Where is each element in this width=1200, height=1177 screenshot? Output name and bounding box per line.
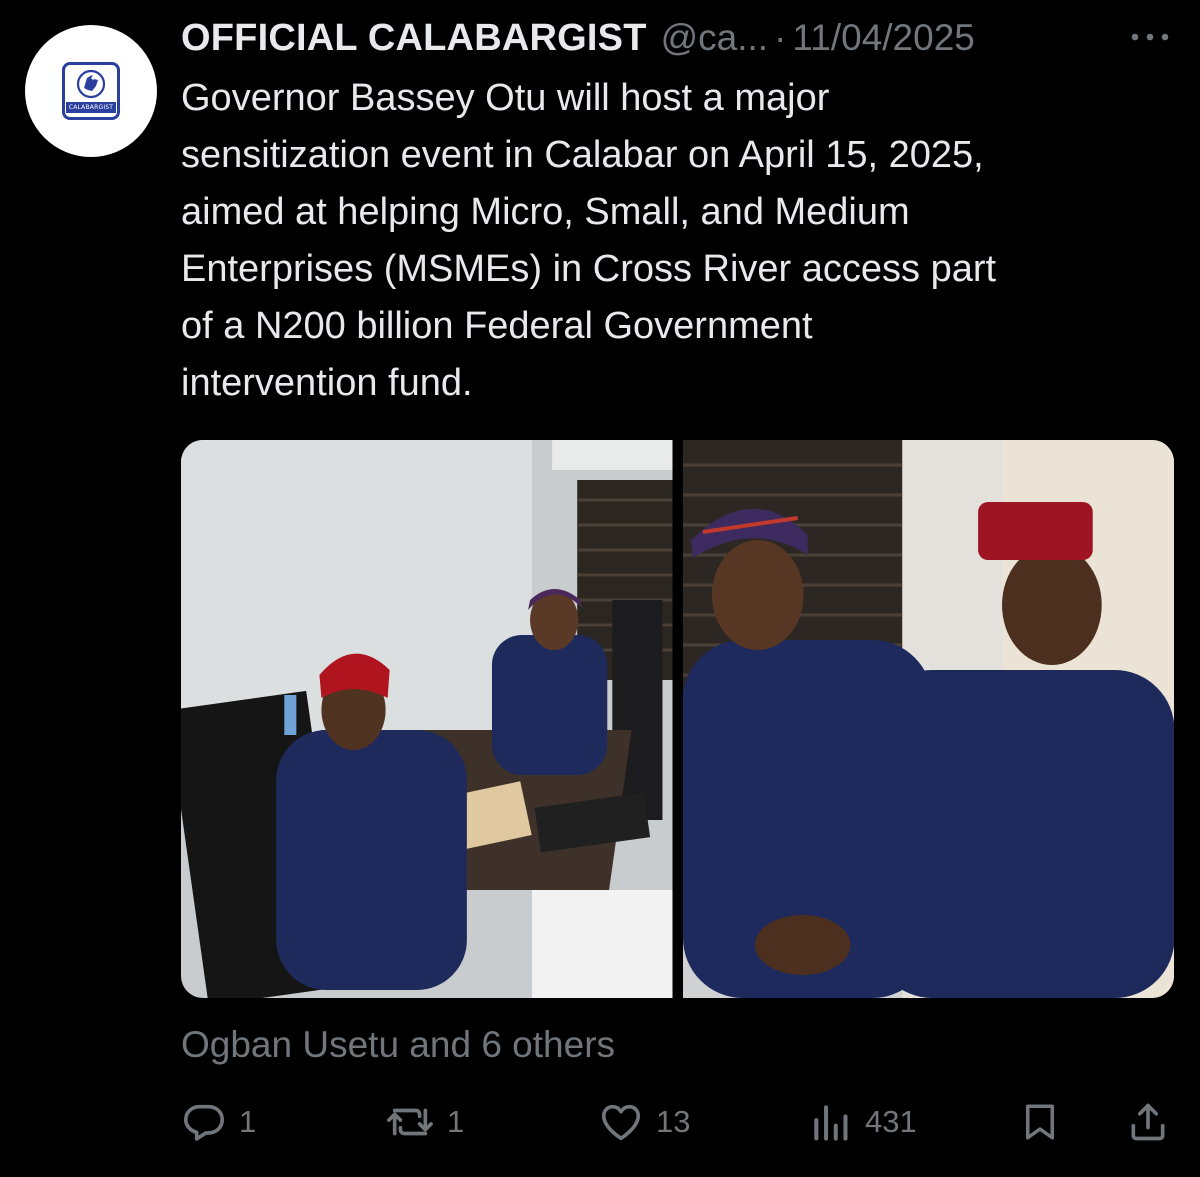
tweet-actions: 1 1 13 431: [181, 1092, 1171, 1152]
tweet-date[interactable]: 11/04/2025: [792, 17, 974, 59]
retweet-icon: [387, 1108, 433, 1136]
heart-icon: [601, 1104, 641, 1141]
liked-by-summary[interactable]: Ogban Usetu and 6 others: [181, 1024, 615, 1066]
media-photo-meeting[interactable]: [181, 440, 673, 998]
views-count: 431: [865, 1104, 917, 1139]
like-count: 13: [656, 1104, 691, 1139]
handshake-photo-image: [682, 440, 1174, 998]
reply-icon: [183, 1104, 225, 1141]
media-photo-handshake[interactable]: [682, 440, 1174, 998]
more-options-button[interactable]: [1128, 22, 1172, 52]
reply-count: 1: [239, 1104, 257, 1139]
tweet-text: Governor Bassey Otu will host a major se…: [181, 77, 997, 404]
bookmark-icon: [1026, 1104, 1054, 1140]
views-button[interactable]: 431: [809, 1092, 917, 1152]
share-button[interactable]: [1126, 1092, 1170, 1152]
tweet: CALABARGIST OFFICIAL CALABARGIST @ca... …: [0, 0, 1200, 1177]
retweet-count: 1: [447, 1104, 465, 1139]
map-icon: [76, 69, 106, 99]
more-horizontal-icon: [1131, 33, 1169, 41]
views-icon: [814, 1105, 848, 1141]
like-button[interactable]: 13: [598, 1092, 690, 1152]
display-name[interactable]: OFFICIAL CALABARGIST: [181, 17, 647, 60]
reply-button[interactable]: 1: [181, 1092, 256, 1152]
header-separator: ·: [774, 17, 787, 58]
avatar[interactable]: CALABARGIST: [25, 25, 157, 157]
bookmark-button[interactable]: [1019, 1092, 1061, 1152]
tweet-media: [181, 440, 1174, 998]
tweet-header: OFFICIAL CALABARGIST @ca... · 11/04/2025: [181, 14, 1181, 62]
user-handle[interactable]: @ca...: [661, 17, 768, 59]
meeting-photo-image: [181, 440, 673, 998]
logo-text: CALABARGIST: [66, 102, 116, 113]
share-icon: [1131, 1103, 1165, 1141]
retweet-button[interactable]: 1: [385, 1092, 464, 1152]
calabargist-logo: CALABARGIST: [62, 62, 120, 120]
